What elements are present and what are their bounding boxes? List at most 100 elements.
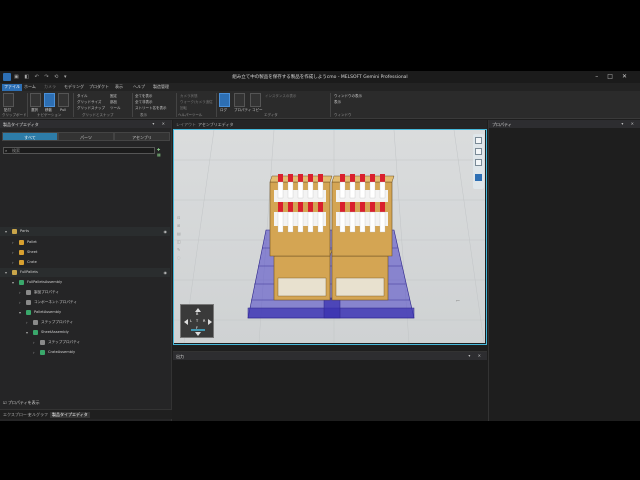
camera-state-item[interactable]: カメラ状態	[180, 94, 198, 99]
cube-top-label[interactable]: B	[196, 312, 198, 316]
ribbon-tab-view[interactable]: 表示	[113, 84, 125, 91]
3d-scene[interactable]: ⌐	[174, 130, 485, 343]
cube-left-label[interactable]: L	[190, 319, 192, 323]
log-button[interactable]	[219, 93, 230, 107]
tab-product-type-editor[interactable]: 製品タイプエディタ	[50, 412, 90, 418]
collapse-icon[interactable]: ▾	[12, 280, 14, 285]
tile-item[interactable]: タイル	[77, 94, 88, 99]
show-all-item[interactable]: 全てを表示	[135, 94, 152, 99]
orbit-icon[interactable]: ◌	[177, 254, 181, 262]
maximize-icon[interactable]: □	[607, 73, 622, 80]
select-button[interactable]	[30, 93, 41, 107]
cube-center-label[interactable]: T	[196, 319, 198, 323]
lower-crate-right[interactable]	[331, 249, 391, 301]
eye-icon[interactable]: ◉	[164, 270, 168, 275]
tab-assembly-editor[interactable]: アセンブリエディタ	[198, 122, 234, 128]
tree-item[interactable]: › CrateAssembly	[0, 348, 170, 357]
zoom-fit-icon[interactable]	[475, 174, 482, 181]
display-item[interactable]: 表示	[334, 100, 341, 105]
tree-item[interactable]: › Pallet	[0, 238, 170, 247]
tree-item-label: Sheet	[27, 250, 38, 254]
ribbon-tab-home[interactable]: ホーム	[22, 84, 38, 91]
window-mode-item[interactable]: ウィンドウの表示	[334, 94, 362, 99]
rotate-item[interactable]: 回転	[180, 106, 187, 111]
paste-button[interactable]	[3, 93, 14, 107]
show-names-item[interactable]: ストリート名を表示	[135, 106, 167, 111]
tree-item[interactable]: › Sheet	[0, 248, 170, 257]
expand-icon[interactable]: ›	[12, 250, 14, 255]
output-controls[interactable]: ▾ ✕	[468, 353, 484, 358]
collapse-icon[interactable]: ▾	[19, 310, 21, 315]
split-icon[interactable]: ◫	[177, 238, 181, 246]
layer-icon[interactable]: ▤	[177, 230, 181, 238]
show-properties-checkbox[interactable]: ☑ プロパティを表示	[3, 400, 40, 406]
frame-icon[interactable]: ⊡	[177, 214, 181, 222]
tree-item[interactable]: ▾ FullPallets ◉	[0, 268, 170, 277]
expand-icon[interactable]: ›	[19, 300, 21, 305]
move-button[interactable]	[44, 93, 55, 107]
view-cube[interactable]: B L T R F	[180, 304, 214, 338]
view-mode-icon[interactable]	[475, 137, 482, 144]
collapse-icon[interactable]: ▾	[5, 229, 7, 234]
window-controls[interactable]: –□✕	[595, 73, 636, 80]
expand-icon[interactable]: ›	[33, 350, 35, 355]
tab-explorer[interactable]: エクスプローラ	[3, 412, 31, 418]
fix-item[interactable]: 固定	[110, 94, 117, 99]
tree-item[interactable]: › ステッププロパティ	[0, 338, 170, 347]
tree-item[interactable]: › Crate	[0, 258, 170, 267]
close-icon[interactable]: ✕	[622, 73, 636, 80]
tree-item[interactable]: ▾ FullPalletsAssembly	[0, 278, 170, 287]
expand-icon[interactable]: ›	[12, 260, 14, 265]
cube-bottom-label[interactable]: F	[196, 326, 198, 330]
collapse-icon[interactable]: ▾	[26, 330, 28, 335]
edit-icon[interactable]: ✎	[177, 246, 181, 254]
properties-controls[interactable]: ▾ ✕	[621, 121, 637, 126]
pull-button[interactable]	[58, 93, 69, 107]
walk-item[interactable]: ウォーク/カメラ追従	[180, 100, 213, 105]
grid-toggle-icon[interactable]	[475, 148, 482, 155]
lower-crate-left[interactable]	[273, 249, 333, 301]
expand-icon[interactable]: ›	[12, 240, 14, 245]
minimize-icon[interactable]: –	[595, 73, 607, 80]
tab-layout[interactable]: レイアウト	[176, 122, 196, 128]
tool-item[interactable]: ツール	[110, 106, 121, 111]
eye-icon[interactable]: ◉	[164, 229, 168, 234]
tab-all[interactable]: すべて	[2, 132, 58, 141]
copy-button[interactable]	[250, 93, 261, 107]
tab-cell-graph[interactable]: セルグラフ	[28, 412, 48, 418]
checkbox-icon[interactable]: ☑	[3, 400, 7, 405]
ribbon-tab-file[interactable]: ファイル	[2, 84, 22, 91]
tree-item[interactable]: › ステッププロパティ	[0, 318, 170, 327]
tree-item[interactable]: ▾ SheetAssembly	[0, 328, 170, 337]
hide-all-item[interactable]: 全て非表示	[135, 100, 153, 105]
grid-snap-item[interactable]: グリッドスナップ	[77, 106, 105, 111]
ribbon-divider	[27, 93, 28, 117]
cube-right-label[interactable]: R	[203, 319, 205, 323]
ribbon-tab-camera[interactable]: カメラ	[42, 84, 58, 91]
tree-item[interactable]: ▾ PalletAssembly	[0, 308, 170, 317]
ribbon-tab-manufacturing[interactable]: 製造管理	[151, 84, 171, 91]
expand-icon[interactable]: ›	[19, 290, 21, 295]
parts-item[interactable]: 部品	[110, 100, 117, 105]
ribbon-tab-modeling[interactable]: モデリング	[62, 84, 86, 91]
expand-icon[interactable]: ›	[33, 340, 35, 345]
measure-icon[interactable]	[475, 159, 482, 166]
tree-item-label: ステッププロパティ	[48, 340, 81, 344]
collapse-icon[interactable]: ▾	[5, 270, 7, 275]
add-product-icon[interactable]: ✚ ▦	[157, 147, 171, 157]
ribbon-tab-product[interactable]: プロダクト	[87, 84, 111, 91]
instance-display-item[interactable]: インスタンスの表示	[265, 94, 296, 99]
tree-item[interactable]: › コンポーネントプロパティ	[0, 298, 170, 307]
3d-viewport[interactable]: ⌐ ⊡ ⊞ ▤ ◫ ✎ ◌ B L T R F	[173, 129, 487, 345]
grid-size-item[interactable]: グリッドサイズ	[77, 100, 101, 105]
search-input[interactable]: 検索	[3, 147, 155, 154]
tab-parts[interactable]: パーツ	[58, 132, 114, 141]
grid-icon[interactable]: ⊞	[177, 222, 181, 230]
tree-item[interactable]: ▾ Parts ◉	[0, 227, 170, 236]
tree-item[interactable]: › 製品プロパティ	[0, 288, 170, 297]
ribbon-tab-help[interactable]: ヘルプ	[131, 84, 147, 91]
edit-button[interactable]	[234, 93, 245, 107]
expand-icon[interactable]: ›	[26, 320, 28, 325]
panel-controls[interactable]: ▾ ✕	[152, 121, 168, 126]
tab-assembly[interactable]: アセンブリ	[114, 132, 170, 141]
